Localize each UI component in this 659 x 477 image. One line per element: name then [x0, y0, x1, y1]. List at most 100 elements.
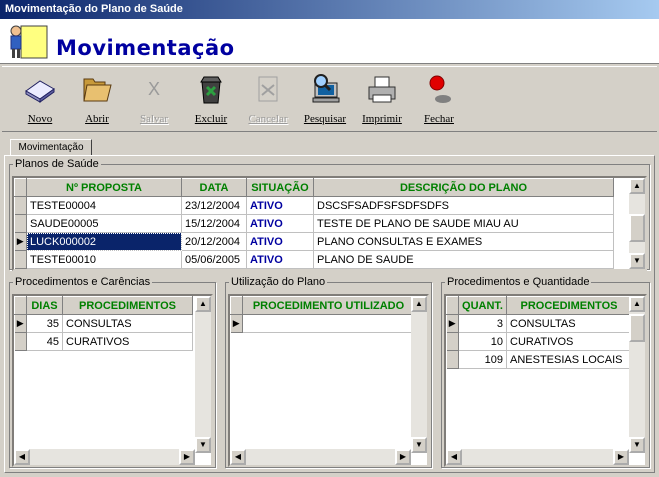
col-header-procedimentos[interactable]: PROCEDIMENTOS — [506, 296, 632, 315]
tab-panel: Planos de Saúde Nº PROPOSTA DATA SITUAÇÃ… — [4, 155, 655, 473]
table-row[interactable]: 109 ANESTESIAS LOCAIS — [446, 350, 632, 369]
save-button[interactable]: X Salvar — [129, 71, 179, 129]
cell-descricao[interactable]: DSCSFSADFSFSDFSDFS — [313, 196, 614, 215]
cell-data[interactable]: 15/12/2004 — [181, 214, 247, 233]
quantidade-horizontal-scrollbar[interactable]: ◀ ▶ — [446, 449, 629, 465]
new-button[interactable]: Novo — [15, 71, 65, 129]
cell-procedimento[interactable]: ANESTESIAS LOCAIS — [506, 350, 632, 369]
current-row-arrow-icon: ▶ — [446, 314, 459, 333]
cell-procedimento[interactable]: CURATIVOS — [506, 332, 632, 351]
cell-proposta[interactable]: LUCK000002 — [26, 232, 182, 251]
cell-situacao[interactable]: ATIVO — [246, 250, 314, 269]
cell-situacao[interactable]: ATIVO — [246, 196, 314, 215]
cell-proposta[interactable]: TESTE00004 — [26, 196, 182, 215]
scroll-thumb[interactable] — [629, 314, 645, 342]
current-row-arrow-icon: ▶ — [14, 232, 27, 251]
cell-situacao[interactable]: ATIVO — [246, 232, 314, 251]
quantidade-vertical-scrollbar[interactable]: ▲ ▼ — [629, 296, 645, 453]
col-header-procedimento-utilizado[interactable]: PROCEDIMENTO UTILIZADO — [242, 296, 415, 315]
carencias-vertical-scrollbar[interactable]: ▲ ▼ — [195, 296, 211, 453]
tab-movimentacao[interactable]: Movimentação — [10, 139, 92, 156]
row-indicator — [446, 350, 459, 369]
cancel-label: Cancelar — [248, 113, 288, 125]
scroll-up-icon[interactable]: ▲ — [195, 296, 211, 312]
col-header-procedimentos[interactable]: PROCEDIMENTOS — [62, 296, 193, 315]
close-label: Fechar — [424, 113, 454, 125]
scroll-down-icon[interactable]: ▼ — [629, 437, 645, 453]
table-row[interactable]: 10 CURATIVOS — [446, 332, 632, 351]
print-button[interactable]: Imprimir — [357, 71, 407, 129]
row-indicator-header — [14, 296, 27, 315]
cell-data[interactable]: 23/12/2004 — [181, 196, 247, 215]
cell-descricao[interactable]: PLANO CONSULTAS E EXAMES — [313, 232, 614, 251]
table-row[interactable]: ▶ — [230, 314, 415, 333]
scroll-right-icon[interactable]: ▶ — [179, 449, 195, 465]
table-row[interactable]: SAUDE00005 15/12/2004 ATIVO TESTE DE PLA… — [14, 214, 614, 233]
scroll-down-icon[interactable]: ▼ — [629, 253, 645, 269]
scroll-up-icon[interactable]: ▲ — [629, 296, 645, 312]
cancel-button[interactable]: Cancelar — [243, 71, 293, 129]
cell-proposta[interactable]: TESTE00010 — [26, 250, 182, 269]
cell-procedimento-utilizado[interactable] — [242, 314, 415, 333]
cell-data[interactable]: 20/12/2004 — [181, 232, 247, 251]
utilizacao-horizontal-scrollbar[interactable]: ◀ ▶ — [230, 449, 411, 465]
close-button[interactable]: Fechar — [414, 71, 464, 129]
col-header-proposta[interactable]: Nº PROPOSTA — [26, 178, 182, 197]
col-header-quant[interactable]: QUANT. — [458, 296, 507, 315]
scroll-right-icon[interactable]: ▶ — [395, 449, 411, 465]
col-header-situacao[interactable]: SITUAÇÃO — [246, 178, 314, 197]
new-icon — [25, 80, 55, 103]
scroll-up-icon[interactable]: ▲ — [629, 178, 645, 194]
new-label: Novo — [27, 113, 53, 125]
planos-vertical-scrollbar[interactable]: ▲ ▼ — [629, 178, 645, 269]
planos-grid[interactable]: Nº PROPOSTA DATA SITUAÇÃO DESCRIÇÃO DO P… — [12, 176, 647, 271]
cell-procedimento[interactable]: CONSULTAS — [62, 314, 193, 333]
row-indicator — [14, 250, 27, 269]
carencias-grid[interactable]: DIAS PROCEDIMENTOS ▶ 35 CONSULTAS 45 CUR… — [12, 294, 213, 467]
quantidade-table: QUANT. PROCEDIMENTOS ▶ 3 CONSULTAS 10 CU… — [446, 296, 632, 369]
table-row[interactable]: ▶ 35 CONSULTAS — [14, 314, 193, 333]
scroll-left-icon[interactable]: ◀ — [230, 449, 246, 465]
scroll-left-icon[interactable]: ◀ — [14, 449, 30, 465]
cell-dias[interactable]: 45 — [26, 332, 63, 351]
cell-descricao[interactable]: PLANO DE SAUDE — [313, 250, 614, 269]
table-row-selected[interactable]: ▶ LUCK000002 20/12/2004 ATIVO PLANO CONS… — [14, 232, 614, 251]
scroll-down-icon[interactable]: ▼ — [411, 437, 427, 453]
table-row[interactable]: 45 CURATIVOS — [14, 332, 193, 351]
col-header-data[interactable]: DATA — [181, 178, 247, 197]
cell-procedimento[interactable]: CONSULTAS — [506, 314, 632, 333]
quantidade-grid[interactable]: QUANT. PROCEDIMENTOS ▶ 3 CONSULTAS 10 CU… — [444, 294, 647, 467]
search-button[interactable]: Pesquisar — [300, 71, 350, 129]
print-label: Imprimir — [362, 113, 402, 125]
window-titlebar[interactable]: Movimentação do Plano de Saúde — [0, 0, 659, 19]
cell-descricao[interactable]: TESTE DE PLANO DE SAUDE MIAU AU — [313, 214, 614, 233]
cell-dias[interactable]: 35 — [26, 314, 63, 333]
planos-table: Nº PROPOSTA DATA SITUAÇÃO DESCRIÇÃO DO P… — [14, 178, 614, 269]
utilizacao-table: PROCEDIMENTO UTILIZADO ▶ — [230, 296, 415, 333]
delete-button[interactable]: Excluir — [186, 71, 236, 129]
scroll-thumb[interactable] — [629, 214, 645, 242]
current-row-arrow-icon: ▶ — [230, 314, 243, 333]
cell-situacao[interactable]: ATIVO — [246, 214, 314, 233]
cell-quant[interactable]: 109 — [458, 350, 507, 369]
cell-quant[interactable]: 10 — [458, 332, 507, 351]
cell-procedimento[interactable]: CURATIVOS — [62, 332, 193, 351]
quantidade-legend: Procedimentos e Quantidade — [447, 276, 590, 288]
cell-data[interactable]: 05/06/2005 — [181, 250, 247, 269]
utilizacao-vertical-scrollbar[interactable]: ▲ ▼ — [411, 296, 427, 453]
scroll-down-icon[interactable]: ▼ — [195, 437, 211, 453]
save-label: Salvar — [139, 113, 169, 125]
col-header-dias[interactable]: DIAS — [26, 296, 63, 315]
scroll-left-icon[interactable]: ◀ — [446, 449, 462, 465]
col-header-descricao[interactable]: DESCRIÇÃO DO PLANO — [313, 178, 614, 197]
table-row[interactable]: ▶ 3 CONSULTAS — [446, 314, 632, 333]
utilizacao-grid[interactable]: PROCEDIMENTO UTILIZADO ▶ ▲ ▼ ◀ ▶ — [228, 294, 429, 467]
open-button[interactable]: Abrir — [72, 71, 122, 129]
scroll-up-icon[interactable]: ▲ — [411, 296, 427, 312]
carencias-horizontal-scrollbar[interactable]: ◀ ▶ — [14, 449, 195, 465]
cell-proposta[interactable]: SAUDE00005 — [26, 214, 182, 233]
cell-quant[interactable]: 3 — [458, 314, 507, 333]
scroll-right-icon[interactable]: ▶ — [613, 449, 629, 465]
table-row[interactable]: TESTE00010 05/06/2005 ATIVO PLANO DE SAU… — [14, 250, 614, 269]
table-row[interactable]: TESTE00004 23/12/2004 ATIVO DSCSFSADFSFS… — [14, 196, 614, 215]
